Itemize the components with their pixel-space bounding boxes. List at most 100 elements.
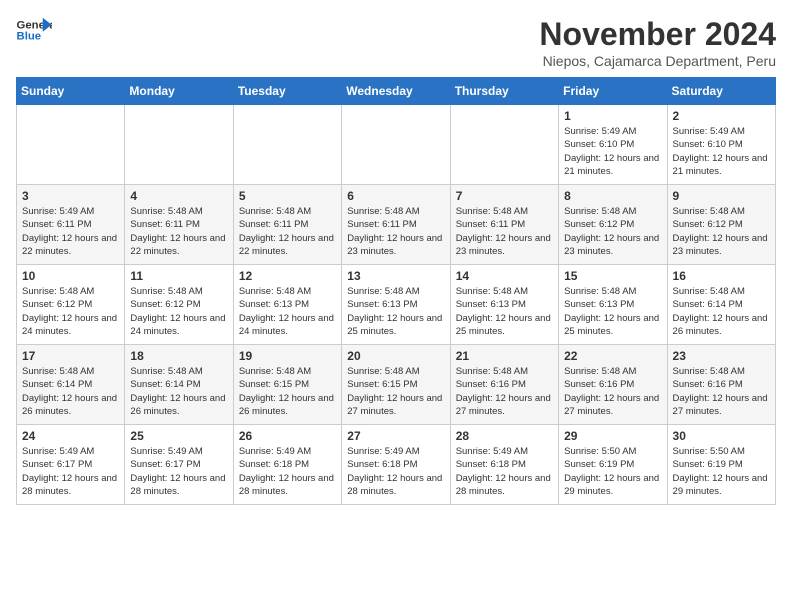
calendar-cell — [125, 105, 233, 185]
day-info: Sunrise: 5:48 AM Sunset: 6:12 PM Dayligh… — [673, 205, 770, 258]
day-number: 27 — [347, 429, 444, 443]
day-number: 9 — [673, 189, 770, 203]
calendar-cell: 19 Sunrise: 5:48 AM Sunset: 6:15 PM Dayli… — [233, 345, 341, 425]
day-number: 19 — [239, 349, 336, 363]
calendar-cell: 14 Sunrise: 5:48 AM Sunset: 6:13 PM Dayli… — [450, 265, 558, 345]
day-info: Sunrise: 5:50 AM Sunset: 6:19 PM Dayligh… — [673, 445, 770, 498]
calendar-cell — [17, 105, 125, 185]
calendar-cell: 24 Sunrise: 5:49 AM Sunset: 6:17 PM Dayli… — [17, 425, 125, 505]
calendar-cell: 20 Sunrise: 5:48 AM Sunset: 6:15 PM Dayli… — [342, 345, 450, 425]
day-info: Sunrise: 5:48 AM Sunset: 6:11 PM Dayligh… — [347, 205, 444, 258]
calendar-cell: 27 Sunrise: 5:49 AM Sunset: 6:18 PM Dayli… — [342, 425, 450, 505]
day-info: Sunrise: 5:48 AM Sunset: 6:11 PM Dayligh… — [130, 205, 227, 258]
calendar-cell: 18 Sunrise: 5:48 AM Sunset: 6:14 PM Dayli… — [125, 345, 233, 425]
day-number: 15 — [564, 269, 661, 283]
day-info: Sunrise: 5:48 AM Sunset: 6:14 PM Dayligh… — [130, 365, 227, 418]
calendar-cell — [450, 105, 558, 185]
day-info: Sunrise: 5:48 AM Sunset: 6:12 PM Dayligh… — [22, 285, 119, 338]
title-area: November 2024 Niepos, Cajamarca Departme… — [539, 16, 776, 69]
day-number: 6 — [347, 189, 444, 203]
day-of-week-header: Thursday — [450, 78, 558, 105]
calendar-cell: 29 Sunrise: 5:50 AM Sunset: 6:19 PM Dayli… — [559, 425, 667, 505]
day-info: Sunrise: 5:48 AM Sunset: 6:16 PM Dayligh… — [456, 365, 553, 418]
calendar-cell — [233, 105, 341, 185]
calendar-cell: 5 Sunrise: 5:48 AM Sunset: 6:11 PM Daylig… — [233, 185, 341, 265]
day-number: 7 — [456, 189, 553, 203]
day-number: 24 — [22, 429, 119, 443]
calendar-cell: 23 Sunrise: 5:48 AM Sunset: 6:16 PM Dayli… — [667, 345, 775, 425]
day-info: Sunrise: 5:50 AM Sunset: 6:19 PM Dayligh… — [564, 445, 661, 498]
day-info: Sunrise: 5:48 AM Sunset: 6:13 PM Dayligh… — [456, 285, 553, 338]
day-number: 22 — [564, 349, 661, 363]
day-info: Sunrise: 5:49 AM Sunset: 6:17 PM Dayligh… — [130, 445, 227, 498]
calendar-cell: 2 Sunrise: 5:49 AM Sunset: 6:10 PM Daylig… — [667, 105, 775, 185]
day-info: Sunrise: 5:48 AM Sunset: 6:11 PM Dayligh… — [239, 205, 336, 258]
calendar-cell: 1Sunrise: 5:49 AM Sunset: 6:10 PM Daylig… — [559, 105, 667, 185]
calendar-cell: 10 Sunrise: 5:48 AM Sunset: 6:12 PM Dayli… — [17, 265, 125, 345]
calendar-cell: 12 Sunrise: 5:48 AM Sunset: 6:13 PM Dayli… — [233, 265, 341, 345]
calendar-cell: 6 Sunrise: 5:48 AM Sunset: 6:11 PM Daylig… — [342, 185, 450, 265]
day-info: Sunrise: 5:48 AM Sunset: 6:15 PM Dayligh… — [239, 365, 336, 418]
calendar-cell: 9 Sunrise: 5:48 AM Sunset: 6:12 PM Daylig… — [667, 185, 775, 265]
day-info: Sunrise: 5:48 AM Sunset: 6:16 PM Dayligh… — [673, 365, 770, 418]
location-subtitle: Niepos, Cajamarca Department, Peru — [539, 53, 776, 69]
day-number: 21 — [456, 349, 553, 363]
day-number: 5 — [239, 189, 336, 203]
day-info: Sunrise: 5:48 AM Sunset: 6:13 PM Dayligh… — [347, 285, 444, 338]
calendar-cell: 7 Sunrise: 5:48 AM Sunset: 6:11 PM Daylig… — [450, 185, 558, 265]
day-number: 8 — [564, 189, 661, 203]
day-number: 20 — [347, 349, 444, 363]
day-info: Sunrise: 5:48 AM Sunset: 6:15 PM Dayligh… — [347, 365, 444, 418]
svg-text:Blue: Blue — [17, 31, 42, 43]
day-info: Sunrise: 5:49 AM Sunset: 6:18 PM Dayligh… — [456, 445, 553, 498]
day-number: 4 — [130, 189, 227, 203]
day-number: 25 — [130, 429, 227, 443]
calendar-cell: 22 Sunrise: 5:48 AM Sunset: 6:16 PM Dayli… — [559, 345, 667, 425]
calendar-cell: 25 Sunrise: 5:49 AM Sunset: 6:17 PM Dayli… — [125, 425, 233, 505]
logo: General Blue — [16, 16, 52, 44]
day-of-week-header: Wednesday — [342, 78, 450, 105]
day-info: Sunrise: 5:48 AM Sunset: 6:12 PM Dayligh… — [130, 285, 227, 338]
day-of-week-header: Monday — [125, 78, 233, 105]
day-info: Sunrise: 5:48 AM Sunset: 6:14 PM Dayligh… — [673, 285, 770, 338]
day-of-week-header: Saturday — [667, 78, 775, 105]
day-number: 11 — [130, 269, 227, 283]
calendar-cell: 21 Sunrise: 5:48 AM Sunset: 6:16 PM Dayli… — [450, 345, 558, 425]
day-number: 17 — [22, 349, 119, 363]
day-info: Sunrise: 5:48 AM Sunset: 6:16 PM Dayligh… — [564, 365, 661, 418]
day-info: Sunrise: 5:48 AM Sunset: 6:14 PM Dayligh… — [22, 365, 119, 418]
calendar-cell: 17 Sunrise: 5:48 AM Sunset: 6:14 PM Dayli… — [17, 345, 125, 425]
day-number: 13 — [347, 269, 444, 283]
day-number: 26 — [239, 429, 336, 443]
day-info: Sunrise: 5:49 AM Sunset: 6:18 PM Dayligh… — [239, 445, 336, 498]
day-info: Sunrise: 5:48 AM Sunset: 6:13 PM Dayligh… — [239, 285, 336, 338]
calendar-cell: 13 Sunrise: 5:48 AM Sunset: 6:13 PM Dayli… — [342, 265, 450, 345]
day-number: 18 — [130, 349, 227, 363]
day-info: Sunrise: 5:48 AM Sunset: 6:12 PM Dayligh… — [564, 205, 661, 258]
day-number: 30 — [673, 429, 770, 443]
day-number: 23 — [673, 349, 770, 363]
day-number: 29 — [564, 429, 661, 443]
calendar-table: SundayMondayTuesdayWednesdayThursdayFrid… — [16, 77, 776, 505]
calendar-cell: 4 Sunrise: 5:48 AM Sunset: 6:11 PM Daylig… — [125, 185, 233, 265]
calendar-cell: 16Sunrise: 5:48 AM Sunset: 6:14 PM Dayli… — [667, 265, 775, 345]
calendar-cell: 3Sunrise: 5:49 AM Sunset: 6:11 PM Daylig… — [17, 185, 125, 265]
day-of-week-header: Sunday — [17, 78, 125, 105]
calendar-cell: 8 Sunrise: 5:48 AM Sunset: 6:12 PM Daylig… — [559, 185, 667, 265]
calendar-cell: 15Sunrise: 5:48 AM Sunset: 6:13 PM Dayli… — [559, 265, 667, 345]
day-number: 12 — [239, 269, 336, 283]
month-title: November 2024 — [539, 16, 776, 53]
day-number: 2 — [673, 109, 770, 123]
day-info: Sunrise: 5:49 AM Sunset: 6:10 PM Dayligh… — [564, 125, 661, 178]
day-number: 14 — [456, 269, 553, 283]
day-of-week-header: Tuesday — [233, 78, 341, 105]
day-info: Sunrise: 5:49 AM Sunset: 6:10 PM Dayligh… — [673, 125, 770, 178]
day-info: Sunrise: 5:49 AM Sunset: 6:18 PM Dayligh… — [347, 445, 444, 498]
calendar-cell — [342, 105, 450, 185]
day-number: 28 — [456, 429, 553, 443]
calendar-cell: 26 Sunrise: 5:49 AM Sunset: 6:18 PM Dayli… — [233, 425, 341, 505]
calendar-cell: 30 Sunrise: 5:50 AM Sunset: 6:19 PM Dayli… — [667, 425, 775, 505]
day-number: 10 — [22, 269, 119, 283]
day-info: Sunrise: 5:48 AM Sunset: 6:11 PM Dayligh… — [456, 205, 553, 258]
day-info: Sunrise: 5:49 AM Sunset: 6:17 PM Dayligh… — [22, 445, 119, 498]
